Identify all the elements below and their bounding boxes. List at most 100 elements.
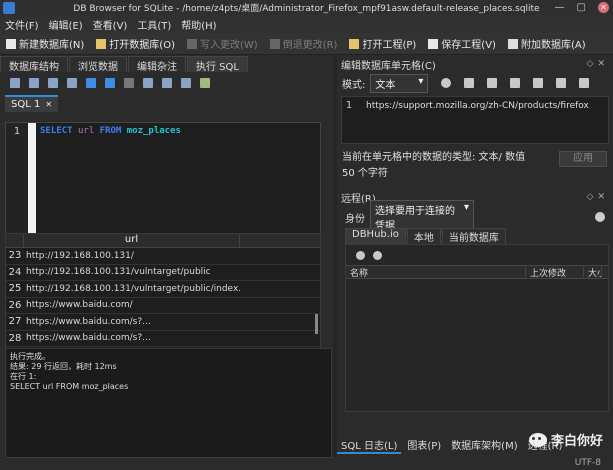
null-icon[interactable]	[487, 78, 498, 88]
log-line: 在行 1:	[10, 372, 37, 381]
tab-edit-pragmas[interactable]: 编辑杂注	[128, 56, 186, 73]
url-cell[interactable]: http://192.168.100.131/vulntarget/public	[24, 267, 240, 277]
save-sql-file-icon[interactable]	[48, 78, 58, 88]
wechat-icon	[528, 432, 547, 447]
column-identifier: url	[77, 126, 95, 136]
status-bar: UTF-8	[0, 458, 613, 470]
table-identifier: moz_places	[126, 126, 181, 136]
cell-editor-title: 编辑数据库单元格(C)	[341, 60, 436, 72]
sql-tabs: SQL 1 ✕	[0, 94, 333, 112]
window-controls: — ▢ ✕	[555, 2, 609, 13]
column-header-url[interactable]: url	[24, 234, 240, 247]
row-number: 28	[8, 332, 22, 344]
table-row[interactable]: 26 https://www.baidu.com/	[6, 298, 320, 314]
open-database-button[interactable]: 打开数据库(O)	[90, 36, 181, 51]
revert-changes-icon	[269, 38, 280, 49]
refresh-icon[interactable]	[356, 250, 365, 260]
clone-icon[interactable]	[373, 250, 382, 260]
dock-controls-icon[interactable]: ◇✕	[587, 59, 609, 69]
identity-row: 身份 选择要用于连接的凭据 ▾	[337, 200, 613, 234]
attach-database-label: 附加数据库(A)	[520, 40, 586, 51]
find-icon[interactable]	[162, 78, 172, 88]
menu-file[interactable]: 文件(F)	[0, 17, 44, 32]
open-sql-file-icon[interactable]	[29, 78, 39, 88]
word-wrap-icon[interactable]	[579, 78, 590, 88]
dock-controls-icon[interactable]: ◇✕	[587, 192, 609, 202]
write-changes-button[interactable]: 写入更改(W)	[181, 36, 264, 51]
write-changes-label: 写入更改(W)	[199, 40, 258, 51]
url-cell[interactable]: https://www.baidu.com/	[24, 300, 240, 310]
tab-database-structure[interactable]: 数据库结构	[0, 56, 68, 73]
title-bar: DB Browser for SQLite - /home/z4pts/桌面/A…	[0, 0, 613, 15]
remote-toolbar	[346, 245, 608, 265]
save-project-button[interactable]: 保存工程(V)	[422, 36, 502, 51]
print-cell-icon[interactable]	[556, 78, 567, 88]
results-grid[interactable]: url 23 http://192.168.100.131/ 24 http://1…	[5, 233, 321, 351]
corner-cell[interactable]	[6, 234, 24, 247]
tab-dbhub[interactable]: DBHub.io	[345, 228, 406, 244]
new-database-button[interactable]: 新建数据库(N)	[0, 36, 90, 51]
column-last-modified[interactable]: 上次修改	[526, 266, 584, 279]
tab-current-database[interactable]: 当前数据库	[441, 228, 506, 244]
tab-sql-log[interactable]: SQL 日志(L)	[337, 437, 402, 454]
settings-icon[interactable]	[595, 212, 605, 222]
column-size[interactable]: 大小	[584, 266, 602, 278]
find-replace-icon[interactable]	[181, 78, 191, 88]
url-cell[interactable]: https://www.baidu.com/s?...	[24, 333, 240, 343]
attach-database-button[interactable]: 附加数据库(A)	[502, 36, 592, 51]
open-tab-icon[interactable]	[10, 78, 20, 88]
revert-changes-label: 倒退更改(R)	[282, 40, 338, 51]
revert-changes-button[interactable]: 倒退更改(R)	[264, 36, 344, 51]
menu-view[interactable]: 查看(V)	[88, 17, 133, 32]
mode-value: 文本	[375, 79, 396, 91]
import-icon[interactable]	[464, 78, 475, 88]
table-row[interactable]: 28 https://www.baidu.com/s?...	[6, 331, 320, 347]
cell-line-number: 1	[345, 100, 353, 111]
auto-format-icon[interactable]	[441, 78, 452, 88]
table-row[interactable]: 25 http://192.168.100.131/vulntarget/publ…	[6, 281, 320, 298]
close-button[interactable]: ✕	[598, 2, 609, 13]
apply-button[interactable]: 应用	[559, 151, 607, 167]
tab-execute-sql[interactable]: 执行 SQL	[187, 56, 248, 73]
url-cell[interactable]: http://192.168.100.131/vulntarget/public…	[24, 284, 240, 294]
results-scrollbar[interactable]	[315, 314, 318, 334]
window-title: DB Browser for SQLite - /home/z4pts/桌面/A…	[73, 4, 540, 14]
tab-plot[interactable]: 图表(P)	[403, 437, 445, 454]
table-row[interactable]: 24 http://192.168.100.131/vulntarget/publ…	[6, 265, 320, 281]
save-project-icon	[428, 38, 439, 49]
table-row[interactable]: 23 http://192.168.100.131/	[6, 248, 320, 265]
tab-local[interactable]: 本地	[406, 228, 441, 244]
menu-edit[interactable]: 编辑(E)	[44, 17, 88, 32]
url-cell[interactable]: http://192.168.100.131/	[24, 251, 240, 261]
maximize-button[interactable]: ▢	[577, 2, 586, 13]
stop-icon[interactable]	[124, 78, 134, 88]
open-project-button[interactable]: 打开工程(P)	[343, 36, 422, 51]
sql-toolbar	[0, 72, 333, 94]
main-toolbar: 新建数据库(N) 打开数据库(O) 写入更改(W) 倒退更改(R) 打开工程(P…	[0, 33, 613, 55]
row-number: 27	[8, 316, 22, 328]
menu-tools[interactable]: 工具(T)	[132, 17, 176, 32]
close-tab-icon[interactable]: ✕	[45, 100, 52, 109]
mode-select[interactable]: 文本 ▾	[370, 73, 429, 93]
attach-database-icon	[507, 38, 518, 49]
execute-all-icon[interactable]	[86, 78, 96, 88]
menu-help[interactable]: 帮助(H)	[176, 17, 221, 32]
cell-value[interactable]: https://support.mozilla.org/zh-CN/produc…	[356, 97, 589, 143]
tab-db-schema[interactable]: 数据库架构(M)	[447, 437, 521, 454]
table-row[interactable]: 27 https://www.baidu.com/s?...	[6, 314, 320, 331]
sql-tab-1[interactable]: SQL 1 ✕	[5, 95, 59, 112]
cell-value-editor[interactable]: 1 https://support.mozilla.org/zh-CN/prod…	[341, 96, 609, 144]
tab-browse-data[interactable]: 浏览数据	[69, 56, 127, 73]
url-cell[interactable]: https://www.baidu.com/s?...	[24, 317, 240, 327]
column-name[interactable]: 名称	[346, 266, 526, 279]
remote-panel: 名称 上次修改 大小	[345, 244, 609, 412]
print-icon[interactable]	[67, 78, 77, 88]
keyword-from: FROM	[99, 126, 122, 136]
save-results-icon[interactable]	[143, 78, 153, 88]
set-null-icon[interactable]	[533, 78, 544, 88]
results-header: url	[6, 234, 320, 248]
minimize-button[interactable]: —	[555, 2, 565, 13]
comment-icon[interactable]	[200, 78, 210, 88]
execute-current-icon[interactable]	[105, 78, 115, 88]
export-icon[interactable]	[510, 78, 521, 88]
